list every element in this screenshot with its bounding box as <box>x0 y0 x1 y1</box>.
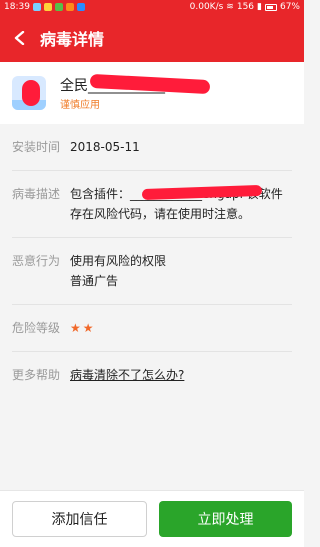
app-icon <box>12 76 46 110</box>
app-name: 全民___________玩 <box>60 73 260 95</box>
status-signal: 156 <box>236 2 255 12</box>
help-link[interactable]: 病毒清除不了怎么办? <box>70 368 184 382</box>
danger-level-stars: ★★ <box>70 321 96 335</box>
wifi-icon: ≋ <box>226 2 234 12</box>
action-footer: 添加信任 立即处理 <box>0 490 304 547</box>
status-left: 18:39 <box>4 2 85 12</box>
notification-icon <box>76 3 85 11</box>
handle-now-button[interactable]: 立即处理 <box>159 501 292 537</box>
detail-row-description: 病毒描述 包含插件：____________engapi 该软件存在风险代码，请… <box>12 171 292 238</box>
app-header: 全民___________玩 谨慎应用 <box>0 62 304 124</box>
malicious-behavior: 使用有风险的权限 普通广告 <box>70 254 167 288</box>
app-risk-tag: 谨慎应用 <box>60 100 100 111</box>
detail-label: 更多帮助 <box>12 368 61 382</box>
detail-label: 危险等级 <box>12 321 61 335</box>
notification-icon <box>43 3 52 11</box>
virus-description: 包含插件：____________engapi 该软件存在风险代码，请在使用时注… <box>70 184 292 224</box>
status-bar: 18:39 0.00K/s ≋ 156 ▮ 67% <box>0 0 304 14</box>
detail-row-behavior: 恶意行为 使用有风险的权限 普通广告 <box>12 238 292 305</box>
detail-label: 安装时间 <box>12 140 61 154</box>
status-battery: 67% <box>279 2 300 12</box>
app-info: 全民___________玩 谨慎应用 <box>60 73 260 111</box>
page-title: 病毒详情 <box>40 30 105 49</box>
detail-row-level: 危险等级 ★★ <box>12 305 292 352</box>
signal-icon: ▮ <box>257 2 262 12</box>
notification-icon <box>32 3 41 11</box>
add-trust-button[interactable]: 添加信任 <box>12 501 147 537</box>
notification-icon <box>54 3 63 11</box>
detail-row-help: 更多帮助 病毒清除不了怎么办? <box>12 352 292 398</box>
install-date: 2018-05-11 <box>70 140 140 154</box>
chevron-left-icon <box>14 31 25 45</box>
virus-details: 安装时间 2018-05-11 病毒描述 包含插件：____________en… <box>0 124 304 490</box>
detail-label: 恶意行为 <box>12 254 61 268</box>
notification-icon <box>65 3 74 11</box>
app-bar: 病毒详情 <box>0 14 304 62</box>
status-time: 18:39 <box>4 2 30 12</box>
status-net-speed: 0.00K/s <box>189 2 224 12</box>
detail-row-install: 安装时间 2018-05-11 <box>12 124 292 171</box>
help-link-container: 病毒清除不了怎么办? <box>70 365 292 385</box>
detail-label: 病毒描述 <box>12 187 61 201</box>
status-right: 0.00K/s ≋ 156 ▮ 67% <box>190 2 300 12</box>
back-button[interactable] <box>0 14 40 62</box>
battery-icon <box>264 3 277 11</box>
